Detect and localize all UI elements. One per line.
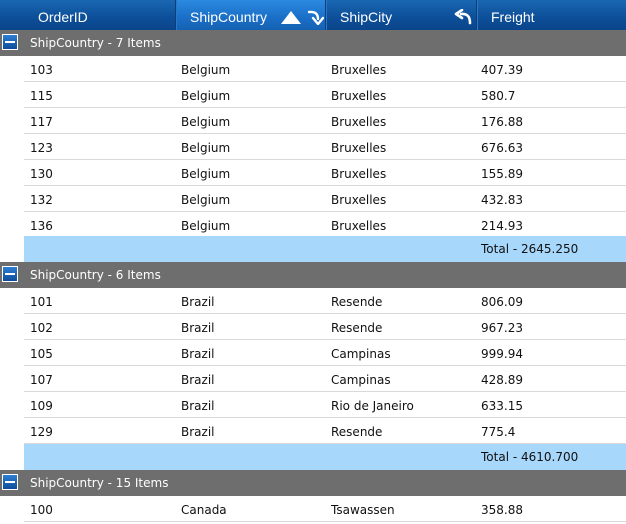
cell-shipcountry: Belgium — [181, 115, 231, 129]
cell-shipcity: Resende — [331, 295, 383, 309]
cell-freight: 999.94 — [481, 347, 523, 361]
table-row[interactable]: 117 Belgium Bruxelles 176.88 — [24, 108, 626, 134]
cell-shipcity: Bruxelles — [331, 115, 387, 129]
group-total: Total - 4610.700 — [481, 450, 579, 464]
sort-ascending-icon — [281, 11, 301, 24]
grid-header: OrderID ShipCountry ShipCity Freight — [0, 0, 626, 33]
cell-shipcountry: Belgium — [181, 63, 231, 77]
table-row[interactable]: 100 Canada Tsawassen 358.88 — [24, 496, 626, 522]
table-row[interactable]: 136 Belgium Bruxelles 214.93 — [24, 212, 626, 238]
collapse-minus-icon[interactable] — [2, 474, 18, 490]
cell-shipcountry: Brazil — [181, 373, 215, 387]
table-row[interactable]: 123 Belgium Bruxelles 676.63 — [24, 134, 626, 160]
cell-shipcity: Campinas — [331, 373, 391, 387]
group-total-row: Total - 4610.700 — [24, 444, 626, 470]
group-title: ShipCountry - 6 Items — [30, 268, 161, 282]
cell-shipcity: Resende — [331, 321, 383, 335]
table-row[interactable]: 103 Belgium Bruxelles 407.39 — [24, 56, 626, 82]
cell-freight: 806.09 — [481, 295, 523, 309]
cell-orderid: 105 — [30, 347, 53, 361]
cell-freight: 633.15 — [481, 399, 523, 413]
cell-shipcountry: Canada — [181, 503, 227, 517]
table-row[interactable]: 132 Belgium Bruxelles 432.83 — [24, 186, 626, 212]
group-title: ShipCountry - 7 Items — [30, 36, 161, 50]
cell-freight: 432.83 — [481, 193, 523, 207]
cell-orderid: 103 — [30, 63, 53, 77]
cell-orderid: 101 — [30, 295, 53, 309]
group-header-row[interactable]: ShipCountry - 6 Items — [0, 262, 626, 288]
table-row[interactable]: 115 Belgium Bruxelles 580.7 — [24, 82, 626, 108]
group-header-row[interactable]: ShipCountry - 15 Items — [0, 470, 626, 496]
cell-orderid: 117 — [30, 115, 53, 129]
cell-orderid: 102 — [30, 321, 53, 335]
cell-orderid: 130 — [30, 167, 53, 181]
cell-freight: 676.63 — [481, 141, 523, 155]
cell-orderid: 107 — [30, 373, 53, 387]
cell-shipcity: Resende — [331, 425, 383, 439]
cell-shipcity: Campinas — [331, 347, 391, 361]
cell-freight: 407.39 — [481, 63, 523, 77]
cell-orderid: 109 — [30, 399, 53, 413]
group-total: Total - 2645.250 — [481, 242, 579, 256]
column-header-freight[interactable]: Freight — [476, 0, 626, 32]
cell-freight: 176.88 — [481, 115, 523, 129]
cell-shipcountry: Brazil — [181, 347, 215, 361]
column-header-orderid[interactable]: OrderID — [24, 0, 175, 32]
cell-shipcountry: Belgium — [181, 193, 231, 207]
cell-shipcity: Bruxelles — [331, 63, 387, 77]
cell-shipcountry: Brazil — [181, 399, 215, 413]
collapse-minus-icon[interactable] — [2, 266, 18, 282]
group-total-row: Total - 2645.250 — [24, 236, 626, 262]
cell-shipcountry: Brazil — [181, 425, 215, 439]
cell-freight: 775.4 — [481, 425, 516, 439]
cell-orderid: 129 — [30, 425, 53, 439]
cell-orderid: 132 — [30, 193, 53, 207]
cell-shipcountry: Belgium — [181, 141, 231, 155]
cell-shipcity: Tsawassen — [331, 503, 395, 517]
cell-shipcountry: Belgium — [181, 167, 231, 181]
cell-shipcity: Rio de Janeiro — [331, 399, 414, 413]
table-row[interactable]: 129 Brazil Resende 775.4 — [24, 418, 626, 444]
cell-freight: 967.23 — [481, 321, 523, 335]
cell-shipcountry: Belgium — [181, 89, 231, 103]
cell-shipcity: Bruxelles — [331, 89, 387, 103]
group-header-row[interactable]: ShipCountry - 7 Items — [0, 30, 626, 56]
table-row[interactable]: 102 Brazil Resende 967.23 — [24, 314, 626, 340]
cell-shipcountry: Brazil — [181, 321, 215, 335]
cell-freight: 155.89 — [481, 167, 523, 181]
table-row[interactable]: 105 Brazil Campinas 999.94 — [24, 340, 626, 366]
cell-shipcity: Bruxelles — [331, 167, 387, 181]
ungroup-arrow-icon[interactable] — [306, 9, 324, 25]
cell-freight: 428.89 — [481, 373, 523, 387]
undo-arrow-icon[interactable] — [453, 9, 473, 27]
table-row[interactable]: 130 Belgium Bruxelles 155.89 — [24, 160, 626, 186]
table-row[interactable]: 101 Brazil Resende 806.09 — [24, 288, 626, 314]
cell-orderid: 123 — [30, 141, 53, 155]
column-header-shipcountry[interactable]: ShipCountry — [175, 0, 325, 32]
cell-freight: 580.7 — [481, 89, 516, 103]
cell-orderid: 115 — [30, 89, 53, 103]
table-row[interactable]: 109 Brazil Rio de Janeiro 633.15 — [24, 392, 626, 418]
collapse-minus-icon[interactable] — [2, 34, 18, 50]
column-header-shipcity[interactable]: ShipCity — [325, 0, 476, 32]
cell-shipcity: Bruxelles — [331, 141, 387, 155]
cell-shipcountry: Brazil — [181, 295, 215, 309]
table-row[interactable]: 107 Brazil Campinas 428.89 — [24, 366, 626, 392]
cell-shipcity: Bruxelles — [331, 193, 387, 207]
group-title: ShipCountry - 15 Items — [30, 476, 169, 490]
cell-orderid: 100 — [30, 503, 53, 517]
cell-freight: 358.88 — [481, 503, 523, 517]
